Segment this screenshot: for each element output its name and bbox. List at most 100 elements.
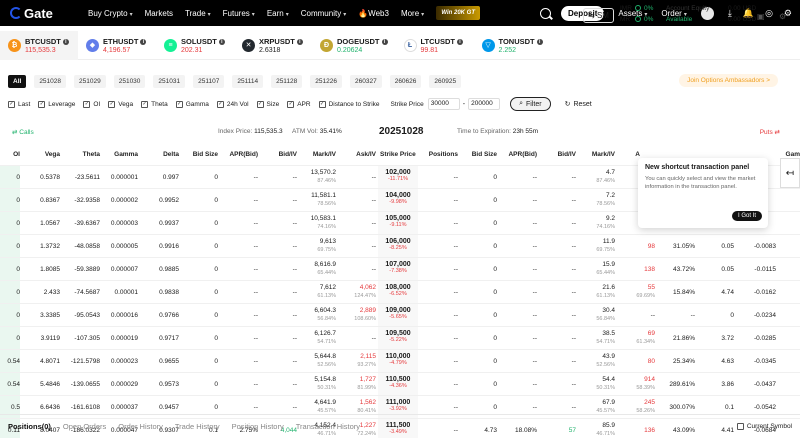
column-header-delta[interactable]: Delta — [163, 151, 179, 158]
strike-cell[interactable]: 105,000 -9.11% — [378, 212, 418, 235]
ticker-solusdt[interactable]: ≡ SOLUSDT i 202.31 — [156, 31, 234, 60]
table-row[interactable]: 0.54 4.8071 -121.5798 0.000023 0.9655 0 -- -- 5,… — [0, 349, 800, 373]
checkbox-gamma[interactable]: ✓ Gamma — [175, 100, 209, 108]
table-row[interactable]: 0 1.3732 -48.0858 0.000005 0.9916 0 -- -- 9,613 6… — [0, 234, 800, 258]
column-header-paprbid[interactable]: APR(Bid) — [508, 151, 537, 158]
checkbox-distance-to-strike[interactable]: ✓ Distance to Strike — [318, 100, 380, 108]
wallet-icon[interactable]: ▣ — [757, 12, 765, 21]
nav-item-futures[interactable]: Futures ▾ — [223, 9, 255, 18]
strike-cell[interactable]: 110,500 -4.36% — [378, 373, 418, 396]
column-header-positions[interactable]: Positions — [429, 151, 458, 158]
table-row[interactable]: 0 3.9119 -107.305 0.000019 0.9717 0 -- -- 6,126.… — [0, 326, 800, 350]
info-icon[interactable]: i — [536, 38, 543, 45]
gate-logo[interactable]: Gate — [10, 6, 70, 21]
checkbox-oi[interactable]: ✓ OI — [83, 100, 100, 108]
column-header-bidsize[interactable]: Bid Size — [193, 151, 218, 158]
ticker-ltcusdt[interactable]: Ł LTCUSDT i 99.81 — [396, 31, 474, 60]
column-header-strike[interactable]: Strike Price — [380, 151, 416, 158]
ambassador-link[interactable]: Join Options Ambassadors > — [679, 74, 778, 87]
current-symbol-toggle[interactable]: Current Symbol — [736, 423, 792, 430]
column-header-pbidiv[interactable]: Bid/IV — [558, 151, 576, 158]
tab-positions-0-[interactable]: Positions(0) — [8, 422, 51, 431]
info-icon[interactable]: i — [62, 38, 69, 45]
table-row[interactable]: 0 2.433 -74.5687 0.00001 0.9838 0 -- -- 7,612 61.… — [0, 280, 800, 304]
table-row[interactable]: 0.54 5.4846 -139.0655 0.000029 0.9573 0 -- -- 5,… — [0, 372, 800, 396]
column-header-gamma[interactable]: Gamma — [114, 151, 138, 158]
filter-button[interactable]: ⌕ Filter — [510, 97, 551, 111]
expiry-tab-251107[interactable]: 251107 — [193, 74, 225, 88]
nav-item-markets[interactable]: Markets — [145, 9, 173, 18]
nav-web3[interactable]: 🔥Web3 — [358, 9, 389, 18]
info-icon[interactable]: i — [381, 38, 388, 45]
expand-panel-icon[interactable]: ↤ — [780, 158, 800, 188]
nav-item-earn[interactable]: Earn ▾ — [267, 9, 289, 18]
expiry-tab-all[interactable]: All — [8, 74, 27, 88]
checkbox-apr[interactable]: ✓ APR — [287, 100, 311, 108]
tab-position-history[interactable]: Position History — [232, 422, 284, 431]
tab-open-orders[interactable]: Open Orders — [63, 422, 106, 431]
column-header-vega[interactable]: Vega — [45, 151, 60, 158]
expiry-tab-260626[interactable]: 260626 — [389, 74, 422, 88]
checkbox-theta[interactable]: ✓ Theta — [141, 100, 168, 108]
expiry-tab-251029[interactable]: 251029 — [74, 74, 106, 88]
expiry-tab-251114[interactable]: 251114 — [232, 74, 264, 88]
expiry-tab-251031[interactable]: 251031 — [153, 74, 186, 88]
nav-item-buy-crypto[interactable]: Buy Crypto ▾ — [88, 9, 133, 18]
column-header-pbidsize[interactable]: Bid Size — [472, 151, 497, 158]
nav-more[interactable]: More ▾ — [401, 9, 424, 18]
info-icon[interactable]: i — [140, 38, 147, 45]
strike-cell[interactable]: 104,000 -9.98% — [378, 189, 418, 212]
tab-order-history[interactable]: Order History — [118, 422, 163, 431]
ticker-btcusdt[interactable]: ₿ BTCUSDT i 115,535.3 — [0, 30, 78, 60]
column-header-theta[interactable]: Theta — [83, 151, 100, 158]
checkbox-24h-vol[interactable]: ✓ 24h Vol — [216, 100, 249, 108]
strike-cell[interactable]: 107,000 -7.38% — [378, 258, 418, 281]
info-icon[interactable]: i — [296, 38, 303, 45]
info-icon[interactable]: i — [456, 38, 463, 45]
strike-cell[interactable]: 102,000 -11.71% — [378, 166, 418, 189]
checkbox-leverage[interactable]: ✓ Leverage — [38, 100, 75, 108]
strike-max-input[interactable]: 200000 — [468, 98, 501, 110]
expiry-tab-251028[interactable]: 251028 — [34, 74, 67, 88]
search-icon[interactable] — [540, 7, 552, 19]
column-header-pa[interactable]: A — [635, 151, 640, 158]
ticker-tonusdt[interactable]: ▽ TONUSDT i 2.252 — [474, 31, 552, 60]
tab-transaction-history[interactable]: Transaction History — [296, 422, 360, 431]
ticker-xrpusdt[interactable]: ✕ XRPUSDT i 2.6318 — [234, 31, 312, 60]
column-header-askiv[interactable]: Ask/IV — [356, 151, 376, 158]
expiry-tab-251128[interactable]: 251128 — [271, 74, 303, 88]
column-header-bidiv[interactable]: Bid/IV — [279, 151, 297, 158]
got-it-button[interactable]: I Got It — [731, 211, 762, 221]
ticker-ethusdt[interactable]: ◆ ETHUSDT i 4,196.57 — [78, 31, 156, 60]
strike-cell[interactable]: 109,500 -5.22% — [378, 327, 418, 350]
reset-button[interactable]: ↻ Reset — [559, 98, 598, 110]
strike-cell[interactable]: 110,000 -4.79% — [378, 350, 418, 373]
expiry-tab-260925[interactable]: 260925 — [429, 74, 462, 88]
strike-min-input[interactable]: 30000 — [427, 98, 460, 110]
nav-item-trade[interactable]: Trade ▾ — [185, 9, 211, 18]
globe-icon[interactable]: ◎ — [765, 8, 773, 19]
tab-trade-history[interactable]: Trade History — [175, 422, 220, 431]
column-header-pgam[interactable]: Gam — [786, 151, 800, 158]
column-header-oi[interactable]: OI — [13, 151, 20, 158]
info-icon[interactable]: i — [218, 38, 225, 45]
ticker-dogeusdt[interactable]: Ð DOGEUSDT i 0.20624 — [312, 31, 396, 60]
expiry-tab-260327[interactable]: 260327 — [350, 74, 382, 88]
promo-banner[interactable]: Win 20K GT — [436, 6, 481, 20]
settings-icon[interactable]: ⚙ — [779, 12, 786, 21]
expiry-tab-251226[interactable]: 251226 — [310, 74, 342, 88]
strike-cell[interactable]: 109,000 -5.65% — [378, 304, 418, 327]
column-header-pmarkiv[interactable]: Mark/IV — [592, 151, 615, 158]
strike-cell[interactable]: 108,000 -6.52% — [378, 281, 418, 304]
nav-item-community[interactable]: Community ▾ — [301, 9, 346, 18]
column-header-aprbid[interactable]: APR(Bid) — [229, 151, 258, 158]
checkbox-size[interactable]: ✓ Size — [256, 100, 279, 108]
checkbox-last[interactable]: ✓ Last — [8, 100, 30, 108]
strike-cell[interactable]: 106,000 -8.25% — [378, 235, 418, 258]
expiry-tab-251030[interactable]: 251030 — [113, 74, 146, 88]
table-row[interactable]: 0 1.8085 -59.3889 0.000007 0.9885 0 -- -- 8,616.… — [0, 257, 800, 281]
table-row[interactable]: 0 3.3385 -95.0543 0.000016 0.9766 0 -- -- 6,604.… — [0, 303, 800, 327]
sm-button[interactable]: ⇆ SM — [583, 8, 614, 23]
checkbox-vega[interactable]: ✓ Vega — [108, 100, 133, 108]
column-header-markiv[interactable]: Mark/IV — [313, 151, 336, 158]
